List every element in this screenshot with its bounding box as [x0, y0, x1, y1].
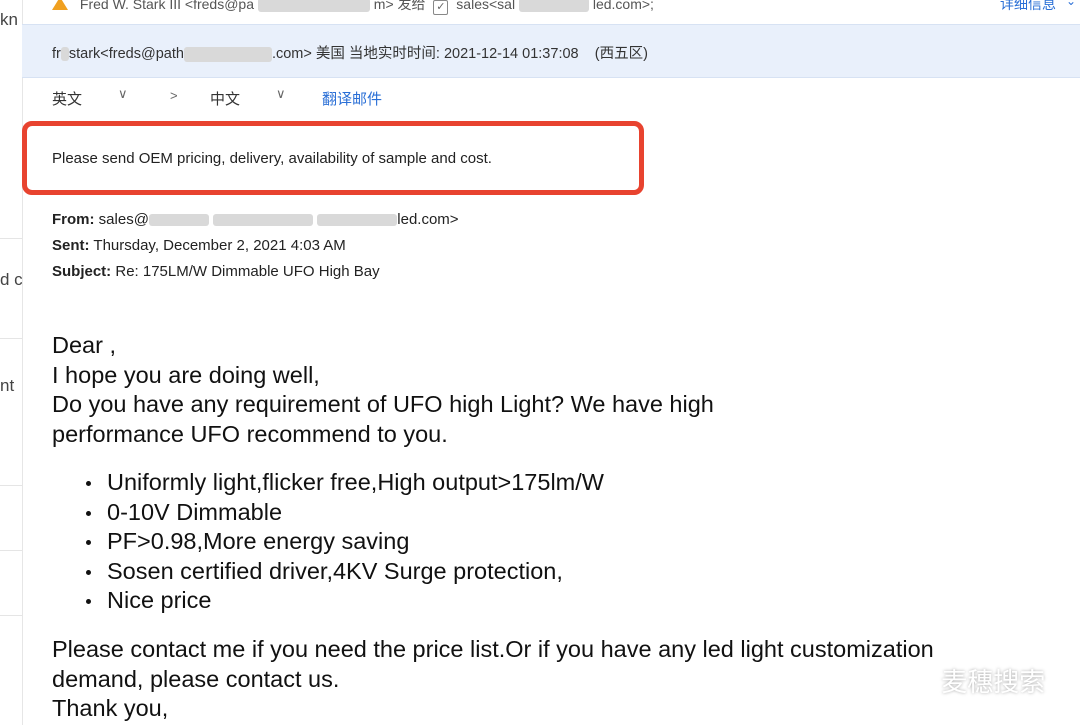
redacted-block [183, 46, 272, 62]
list-item-text: Sosen certified driver,4KV Surge protect… [107, 557, 563, 584]
sender-info-text: fr stark<freds@path .com> 美国 当地实时时间: 2021-… [52, 42, 648, 63]
body-line: Do you have any requirement of UFO high … [52, 391, 714, 417]
list-item: Sosen certified driver,4KV Surge protect… [84, 557, 604, 587]
list-item-text: Nice price [107, 587, 212, 614]
body-line: I hope you are doing well, [52, 362, 320, 388]
warning-icon [52, 0, 68, 10]
target-language-select[interactable]: 中文 [210, 88, 240, 109]
quoted-sent-label: Sent: [52, 237, 90, 254]
list-item-text: 0-10V Dimmable [107, 498, 283, 525]
bullet-icon [86, 569, 91, 575]
recipient[interactable]: sales<sal [456, 0, 515, 12]
chat-bubble-icon [894, 667, 930, 695]
bullet-icon [86, 481, 91, 486]
sender-line: Fred W. Stark III <freds@pa m> 发给 ✓ sale… [52, 0, 1080, 15]
sender-name[interactable]: Fred W. Stark III <freds@pa [80, 0, 254, 12]
quoted-from: From: sales@ led.com> [52, 211, 459, 228]
translate-toolbar: 英文 ∨ > 中文 ∨ 翻译邮件 [22, 80, 1080, 116]
recipient-tail: led.com>; [592, 0, 654, 12]
list-divider [0, 550, 22, 551]
sent-to-label: 发给 [397, 0, 426, 12]
greeting: Dear , [52, 332, 116, 358]
message-list-pane[interactable]: kn d c nt [0, 0, 23, 725]
from-suffix: .com> [271, 46, 312, 62]
highlighted-message: Please send OEM pricing, delivery, avail… [52, 150, 492, 167]
list-item: Uniformly light,flicker free,High output… [84, 468, 604, 498]
bullet-icon [86, 540, 91, 546]
list-divider [0, 615, 22, 616]
list-divider [0, 485, 22, 486]
location-label: 美国 当地实时时间: [315, 46, 440, 62]
quoted-subject-value: Re: 175LM/W Dimmable UFO High Bay [115, 263, 380, 280]
list-divider [0, 238, 22, 239]
watermark-text: 麦穗搜索 [941, 667, 1046, 697]
details-link[interactable]: 详细信息 [1000, 0, 1056, 14]
list-item: PF>0.98,More energy saving [84, 527, 604, 557]
redacted-block [518, 0, 589, 13]
chevron-down-icon[interactable]: ∨ [118, 86, 128, 102]
arrow-label: > [170, 88, 178, 103]
feature-list: Uniformly light,flicker free,High output… [84, 468, 604, 616]
bullet-icon [86, 599, 91, 605]
closing-line: demand, please contact us. [52, 666, 340, 692]
closing-line: Thank you, [52, 695, 169, 721]
chevron-down-icon[interactable]: ⌄ [1066, 0, 1076, 8]
timezone: (西五区) [594, 46, 648, 62]
closing-line: Please contact me if you need the price … [52, 636, 934, 662]
redacted-block [317, 214, 398, 227]
list-fragment: d c [0, 270, 23, 289]
quoted-subject-label: Subject: [52, 263, 112, 280]
checkbox-icon: ✓ [433, 0, 449, 15]
target-language-label: 中文 [210, 91, 241, 108]
quoted-from-label: From: [52, 211, 95, 228]
quoted-from-value: sales@ [98, 211, 149, 228]
quoted-sent: Sent: Thursday, December 2, 2021 4:03 AM [52, 237, 346, 254]
from-address: stark<freds@path [68, 46, 184, 62]
redacted-block [213, 214, 314, 227]
sender-info-bar: fr stark<freds@path .com> 美国 当地实时时间: 2021-… [22, 24, 1080, 78]
redacted-block [60, 47, 69, 62]
list-item: 0-10V Dimmable [84, 498, 604, 528]
redacted-block [257, 0, 370, 13]
chevron-down-icon[interactable]: ∨ [276, 86, 286, 102]
from-prefix: fr [52, 46, 61, 62]
quoted-sent-value: Thursday, December 2, 2021 4:03 AM [93, 237, 346, 254]
bullet-icon [86, 510, 91, 516]
source-language-select[interactable]: 英文 [52, 88, 82, 109]
list-item-text: PF>0.98,More energy saving [107, 528, 410, 555]
body-line: performance UFO recommend to you. [52, 421, 448, 447]
quoted-subject: Subject: Re: 175LM/W Dimmable UFO High B… [52, 263, 380, 280]
list-item-text: Uniformly light,flicker free,High output… [107, 469, 604, 495]
list-fragment: nt [0, 376, 15, 395]
list-fragment: kn [0, 10, 18, 29]
quoted-from-tail: led.com> [397, 211, 459, 228]
email-reader: kn d c nt Fred W. Stark III <freds@pa m>… [0, 0, 1080, 725]
list-divider [0, 338, 22, 339]
source-language-label: 英文 [52, 91, 83, 108]
watermark: 麦穗搜索 [894, 662, 1045, 698]
list-item: Nice price [84, 586, 604, 616]
sender-tail: m> [373, 0, 394, 12]
local-time: 2021-12-14 01:37:08 [443, 46, 579, 62]
translate-email-link[interactable]: 翻译邮件 [322, 88, 382, 109]
redacted-block [148, 214, 209, 227]
